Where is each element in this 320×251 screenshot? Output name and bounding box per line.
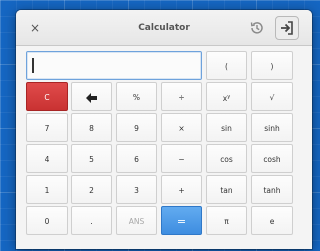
sqrt-button[interactable]: √ — [251, 82, 293, 111]
tan-button[interactable]: tan — [206, 175, 247, 204]
decimal-button[interactable]: . — [71, 206, 112, 235]
percent-button[interactable]: % — [116, 82, 157, 111]
digit-7-button[interactable]: 7 — [26, 113, 68, 142]
calculator-window: × Calculator ( ) C % ÷ xy √ 7 8 9 × sin … — [16, 10, 312, 249]
power-button[interactable]: xy — [206, 82, 247, 111]
history-button[interactable] — [248, 19, 266, 37]
digit-8-button[interactable]: 8 — [71, 113, 112, 142]
digit-9-button[interactable]: 9 — [116, 113, 157, 142]
e-button[interactable]: e — [251, 206, 293, 235]
digit-2-button[interactable]: 2 — [71, 175, 112, 204]
digit-5-button[interactable]: 5 — [71, 144, 112, 173]
cos-button[interactable]: cos — [206, 144, 247, 173]
digit-3-button[interactable]: 3 — [116, 175, 157, 204]
minus-button[interactable]: − — [161, 144, 202, 173]
pi-button[interactable]: π — [206, 206, 247, 235]
ans-button[interactable]: ANS — [116, 206, 157, 235]
cosh-button[interactable]: cosh — [251, 144, 293, 173]
backspace-button[interactable] — [71, 82, 112, 111]
sinh-button[interactable]: sinh — [251, 113, 293, 142]
window-title: Calculator — [138, 23, 190, 33]
export-button[interactable] — [275, 16, 299, 40]
open-paren-button[interactable]: ( — [206, 51, 247, 80]
plus-button[interactable]: + — [161, 175, 202, 204]
sin-button[interactable]: sin — [206, 113, 247, 142]
clear-button[interactable]: C — [26, 82, 68, 111]
export-icon — [281, 21, 293, 35]
tanh-button[interactable]: tanh — [251, 175, 293, 204]
expression-input[interactable] — [26, 51, 202, 80]
digit-1-button[interactable]: 1 — [26, 175, 68, 204]
digit-6-button[interactable]: 6 — [116, 144, 157, 173]
digit-4-button[interactable]: 4 — [26, 144, 68, 173]
divide-button[interactable]: ÷ — [161, 82, 202, 111]
multiply-button[interactable]: × — [161, 113, 202, 142]
digit-0-button[interactable]: 0 — [26, 206, 68, 235]
text-caret — [32, 58, 34, 73]
power-exponent: y — [227, 94, 231, 100]
close-paren-button[interactable]: ) — [251, 51, 293, 80]
history-icon — [250, 22, 263, 34]
backspace-icon — [85, 93, 97, 103]
title-bar: × Calculator — [16, 10, 312, 46]
equals-button[interactable]: = — [161, 206, 202, 235]
